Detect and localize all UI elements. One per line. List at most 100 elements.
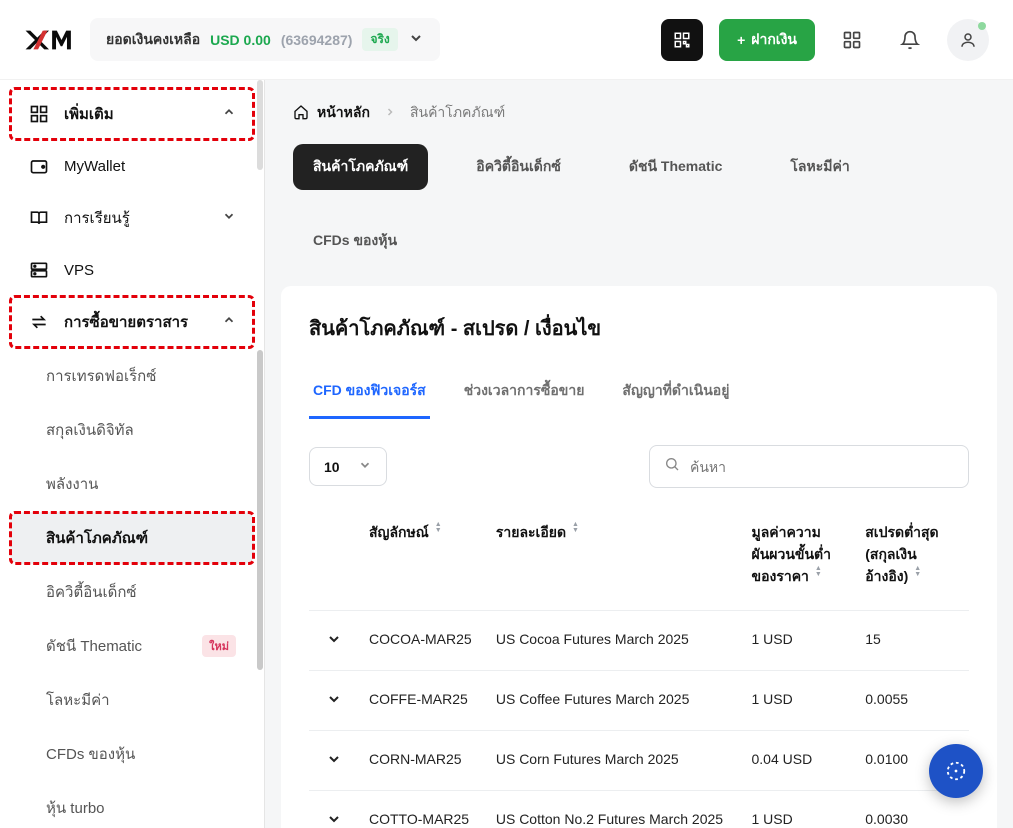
- sidebar-item-label: โลหะมีค่า: [46, 688, 236, 712]
- search-box[interactable]: [649, 445, 969, 488]
- wallet-icon: [28, 156, 50, 176]
- expand-row-button[interactable]: [309, 731, 359, 791]
- cell-description: US Corn Futures March 2025: [486, 731, 742, 791]
- spreads-card: สินค้าโภคภัณฑ์ - สเปรด / เงื่อนไข CFD ขอ…: [281, 286, 997, 828]
- cell-description: US Cotton No.2 Futures March 2025: [486, 791, 742, 828]
- sort-icon: ▲▼: [815, 566, 822, 578]
- col-tick-value[interactable]: มูลค่าความผันผวนขั้นต่ำของราคา▲▼: [742, 512, 856, 611]
- sidebar-sub-forex[interactable]: การเทรดฟอเร็กซ์: [10, 350, 254, 402]
- tab-commodities[interactable]: สินค้าโภคภัณฑ์: [293, 144, 428, 190]
- sort-icon: ▲▼: [435, 522, 442, 534]
- cell-symbol: COTTO-MAR25: [359, 791, 486, 828]
- sidebar-sub-equity-index[interactable]: อิควิตี้อินเด็กซ์: [10, 566, 254, 618]
- instruments-table: สัญลักษณ์ ▲▼ รายละเอียด ▲▼ มูลค่าความผันผว…: [309, 512, 969, 828]
- chevron-up-icon: [222, 313, 236, 331]
- table-row: CORN-MAR25US Corn Futures March 20250.04…: [309, 731, 969, 791]
- sidebar-sub-stock-cfds[interactable]: CFDs ของหุ้น: [10, 728, 254, 780]
- qr-button[interactable]: [661, 19, 703, 61]
- col-label: สเปรดต่ำสุด (สกุลเงินอ้างอิง): [865, 524, 938, 584]
- cell-tick-value: 1 USD: [742, 611, 856, 671]
- chevron-down-icon: [222, 209, 236, 227]
- sidebar-item-trade[interactable]: การซื้อขายตราสาร: [10, 296, 254, 348]
- chevron-down-icon: [408, 30, 424, 49]
- cell-min-spread: 15: [855, 611, 969, 671]
- sidebar-item-mywallet[interactable]: MyWallet: [10, 142, 254, 190]
- sidebar-item-more[interactable]: เพิ่มเติม: [10, 88, 254, 140]
- category-tabs: สินค้าโภคภัณฑ์ อิควิตี้อินเด็กซ์ ดัชนี T…: [265, 134, 1013, 286]
- apps-button[interactable]: [831, 19, 873, 61]
- page-size-value: 10: [324, 459, 340, 475]
- inner-tabs: CFD ของฟิวเจอร์ส ช่วงเวลาการซื้อขาย สัญญ…: [309, 370, 969, 419]
- expand-row-button[interactable]: [309, 671, 359, 731]
- col-symbol[interactable]: สัญลักษณ์ ▲▼: [359, 512, 486, 611]
- sidebar-sub-crypto[interactable]: สกุลเงินดิจิทัล: [10, 404, 254, 456]
- profile-button[interactable]: [947, 19, 989, 61]
- sidebar-sub-turbo[interactable]: หุ้น turbo: [10, 782, 254, 828]
- new-badge: ใหม่: [202, 635, 236, 657]
- card-title: สินค้าโภคภัณฑ์ - สเปรด / เงื่อนไข: [309, 312, 969, 344]
- sidebar-item-label: สินค้าโภคภัณฑ์: [46, 526, 236, 550]
- main-content: หน้าหลัก สินค้าโภคภัณฑ์ สินค้าโภคภัณฑ์ อ…: [265, 80, 1013, 828]
- cell-tick-value: 0.04 USD: [742, 731, 856, 791]
- chat-fab[interactable]: [929, 744, 983, 798]
- tab-equity-index[interactable]: อิควิตี้อินเด็กซ์: [456, 144, 581, 190]
- chevron-down-icon: [358, 458, 372, 475]
- page-size-select[interactable]: 10: [309, 447, 387, 486]
- expand-row-button[interactable]: [309, 791, 359, 828]
- sidebar-item-vps[interactable]: VPS: [10, 246, 254, 294]
- cell-symbol: COFFE-MAR25: [359, 671, 486, 731]
- col-label: รายละเอียด: [496, 524, 566, 540]
- status-dot-icon: [978, 22, 986, 30]
- breadcrumb-home[interactable]: หน้าหลัก: [293, 102, 370, 124]
- search-input[interactable]: [690, 459, 954, 475]
- col-min-spread[interactable]: สเปรดต่ำสุด (สกุลเงินอ้างอิง)▲▼: [855, 512, 969, 611]
- tab-metals[interactable]: โลหะมีค่า: [770, 144, 869, 190]
- sidebar-sub-energy[interactable]: พลังงาน: [10, 458, 254, 510]
- grid-icon: [28, 104, 50, 124]
- sidebar-sub-metals[interactable]: โลหะมีค่า: [10, 674, 254, 726]
- cell-min-spread: 0.0055: [855, 671, 969, 731]
- inner-tab-trading-hours[interactable]: ช่วงเวลาการซื้อขาย: [460, 370, 589, 419]
- cell-tick-value: 1 USD: [742, 671, 856, 731]
- sidebar-item-label: พลังงาน: [46, 472, 236, 496]
- sidebar-sub-thematic[interactable]: ดัชนี Thematic ใหม่: [10, 620, 254, 672]
- breadcrumb: หน้าหลัก สินค้าโภคภัณฑ์: [265, 80, 1013, 134]
- tab-stock-cfds[interactable]: CFDs ของหุ้น: [293, 218, 417, 264]
- sidebar-item-label: อิควิตี้อินเด็กซ์: [46, 580, 236, 604]
- cell-tick-value: 1 USD: [742, 791, 856, 828]
- book-icon: [28, 208, 50, 228]
- account-type-badge: จริง: [362, 28, 397, 51]
- cell-description: US Cocoa Futures March 2025: [486, 611, 742, 671]
- balance-label: ยอดเงินคงเหลือ: [106, 29, 200, 51]
- inner-tab-futures-cfd[interactable]: CFD ของฟิวเจอร์ส: [309, 370, 430, 419]
- sidebar: เพิ่มเติม MyWallet การเรียนรู้: [0, 80, 265, 828]
- sidebar-item-label: การเรียนรู้: [64, 206, 208, 230]
- sidebar-item-label: MyWallet: [64, 158, 236, 175]
- sidebar-item-label: สกุลเงินดิจิทัล: [46, 418, 236, 442]
- tab-thematic[interactable]: ดัชนี Thematic: [609, 144, 743, 190]
- col-label: สัญลักษณ์: [369, 524, 429, 540]
- sort-icon: ▲▼: [572, 522, 579, 534]
- account-selector[interactable]: ยอดเงินคงเหลือ USD 0.00 (63694287) จริง: [90, 18, 440, 61]
- sidebar-item-learn[interactable]: การเรียนรู้: [10, 192, 254, 244]
- account-id: (63694287): [281, 32, 353, 48]
- inner-tab-active-contracts[interactable]: สัญญาที่ดำเนินอยู่: [618, 370, 733, 419]
- cell-symbol: COCOA-MAR25: [359, 611, 486, 671]
- chevron-right-icon: [384, 105, 396, 121]
- balance-amount: USD 0.00: [210, 32, 271, 48]
- deposit-button[interactable]: + ฝากเงิน: [719, 19, 815, 61]
- expand-row-button[interactable]: [309, 611, 359, 671]
- sort-icon: ▲▼: [914, 566, 921, 578]
- swap-icon: [28, 312, 50, 332]
- notifications-button[interactable]: [889, 19, 931, 61]
- cell-description: US Coffee Futures March 2025: [486, 671, 742, 731]
- app-header: ยอดเงินคงเหลือ USD 0.00 (63694287) จริง …: [0, 0, 1013, 80]
- sidebar-item-label: ดัชนี Thematic: [46, 634, 188, 658]
- table-row: COCOA-MAR25US Cocoa Futures March 20251 …: [309, 611, 969, 671]
- sidebar-scrollbar[interactable]: [256, 80, 264, 828]
- plus-icon: +: [737, 32, 745, 48]
- sidebar-item-label: หุ้น turbo: [46, 796, 236, 820]
- search-icon: [664, 456, 680, 477]
- col-description[interactable]: รายละเอียด ▲▼: [486, 512, 742, 611]
- sidebar-sub-commodities[interactable]: สินค้าโภคภัณฑ์: [10, 512, 254, 564]
